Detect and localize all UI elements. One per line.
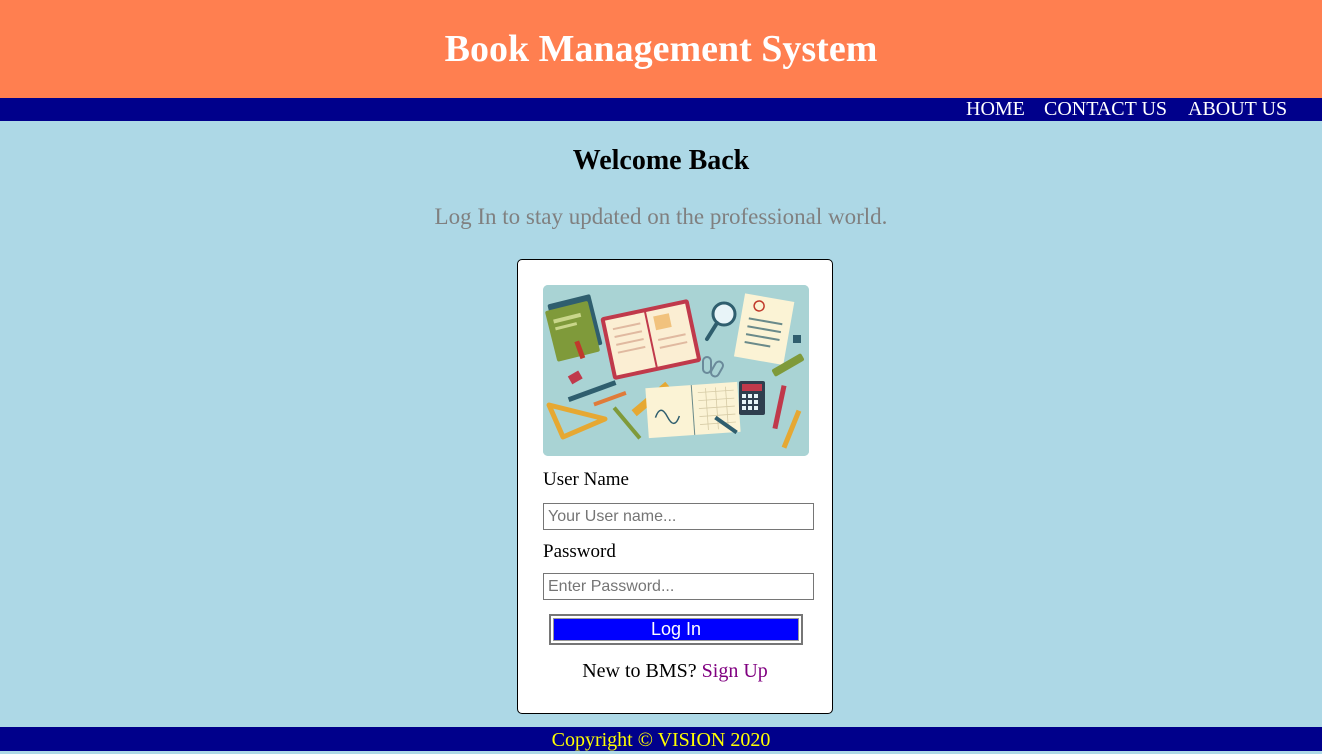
login-button[interactable]: Log In xyxy=(549,614,803,645)
site-header: Book Management System xyxy=(0,0,1322,98)
nav-home-link[interactable]: HOME xyxy=(966,98,1025,121)
study-desk-illustration xyxy=(543,285,809,456)
password-input[interactable] xyxy=(543,573,814,600)
site-title: Book Management System xyxy=(444,28,878,70)
username-label: User Name xyxy=(543,469,629,490)
signup-prompt-line: New to BMS? Sign Up xyxy=(518,660,832,683)
signup-link[interactable]: Sign Up xyxy=(702,660,768,682)
nav-about-link[interactable]: ABOUT US xyxy=(1188,98,1287,121)
welcome-subtitle: Log In to stay updated on the profession… xyxy=(434,204,888,229)
login-card: User Name Password Log In New to BMS? Si… xyxy=(517,259,833,714)
nav-bar: HOME CONTACT US ABOUT US xyxy=(0,98,1322,121)
password-label: Password xyxy=(543,541,616,562)
nav-contact-link[interactable]: CONTACT US xyxy=(1044,98,1167,121)
copyright-text: Copyright © VISION 2020 xyxy=(551,729,771,751)
site-footer: Copyright © VISION 2020 xyxy=(0,727,1322,751)
welcome-heading: Welcome Back xyxy=(572,145,750,176)
signup-prompt-text: New to BMS? xyxy=(582,660,697,682)
username-input[interactable] xyxy=(543,503,814,530)
